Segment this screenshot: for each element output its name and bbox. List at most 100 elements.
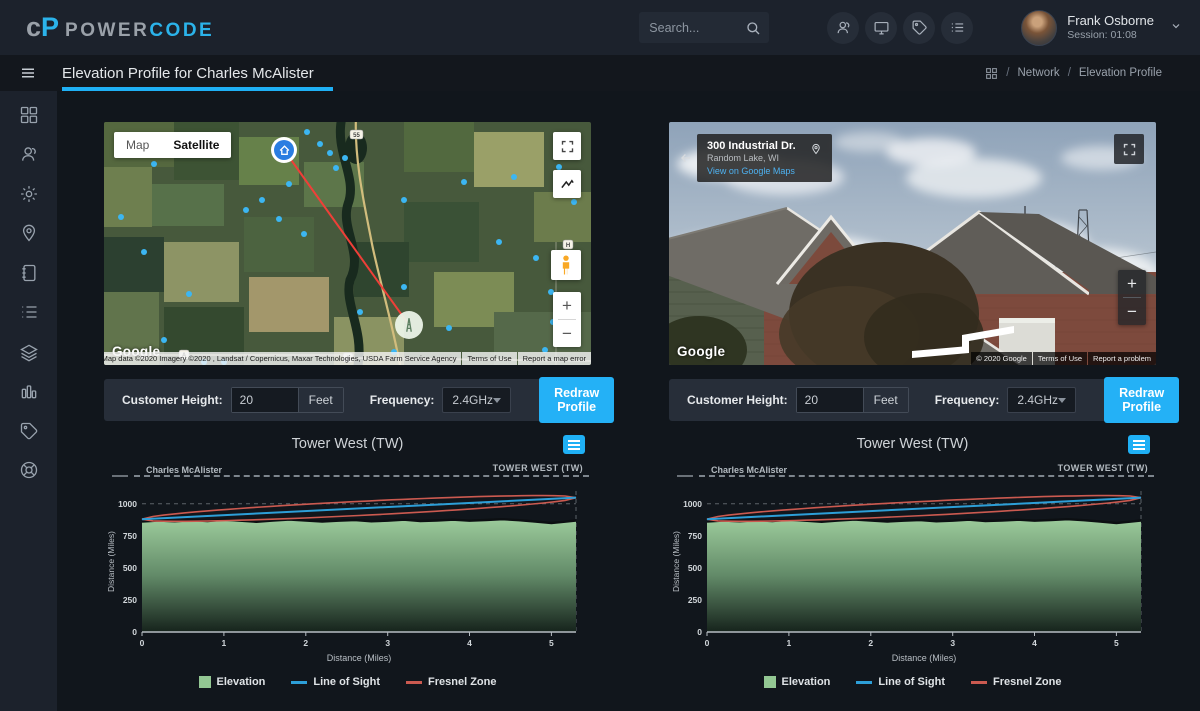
legend-item-line-of-sight[interactable]: Line of Sight — [856, 676, 945, 688]
svg-text:250: 250 — [688, 595, 702, 605]
sidebar-item-customers[interactable] — [0, 135, 57, 175]
sidebar-nav — [0, 91, 57, 711]
sidebar-item-lists[interactable] — [0, 293, 57, 333]
legend-item-fresnel-zone[interactable]: Fresnel Zone — [971, 676, 1061, 688]
customer-home-marker[interactable] — [271, 137, 297, 163]
streetview-zoom-control: + − — [1118, 270, 1146, 325]
zoom-out-button[interactable]: − — [553, 320, 581, 347]
powercode-logo[interactable]: cP POWERCODE — [26, 12, 214, 43]
sidebar-item-tags[interactable] — [0, 411, 57, 451]
map-type-satellite-button[interactable]: Satellite — [161, 132, 231, 158]
global-search — [639, 12, 769, 43]
sidebar-item-ledger[interactable] — [0, 253, 57, 293]
line-of-sight-dashed-guide — [699, 475, 1154, 477]
sidebar-item-inventory[interactable] — [0, 332, 57, 372]
satellite-map-image[interactable]: 55 A A H — [104, 122, 591, 365]
svg-text:3: 3 — [385, 638, 390, 648]
menu-toggle-icon[interactable] — [8, 64, 48, 82]
session-timer: Session: 01:08 — [1067, 29, 1154, 42]
map-type-map-button[interactable]: Map — [114, 132, 161, 158]
map-pin-icon[interactable] — [810, 142, 822, 161]
svg-text:750: 750 — [123, 531, 137, 541]
terms-of-use-link[interactable]: Terms of Use — [1033, 352, 1087, 365]
user-name: Frank Osborne — [1067, 13, 1154, 29]
customer-height-input[interactable] — [232, 388, 298, 412]
select-caret-icon — [1058, 398, 1066, 403]
tag-icon[interactable] — [903, 12, 935, 44]
breadcrumb-separator: / — [1006, 67, 1009, 79]
map-zoom-control: + − — [553, 292, 581, 347]
report-problem-link[interactable]: Report a problem — [1088, 352, 1156, 365]
frequency-select[interactable]: 2.4GHz — [1007, 387, 1076, 413]
chart-export-menu-button[interactable] — [1128, 435, 1150, 454]
street-view-card: 300 Industrial Dr. Random Lake, WI View … — [669, 122, 1156, 365]
customer-height-input[interactable] — [797, 388, 863, 412]
map-rotate-tilt-button[interactable] — [553, 170, 581, 198]
svg-text:1: 1 — [222, 638, 227, 648]
sidebar-item-mapping[interactable] — [0, 214, 57, 254]
frequency-value: 2.4GHz — [1017, 393, 1058, 407]
zoom-out-button[interactable]: − — [1118, 298, 1146, 325]
view-on-google-maps-link[interactable]: View on Google Maps — [707, 166, 796, 176]
sidebar-item-dashboard[interactable] — [0, 95, 57, 135]
legend-item-elevation[interactable]: Elevation — [764, 676, 831, 688]
zoom-in-button[interactable]: + — [1118, 270, 1146, 297]
customer-height-label: Customer Height: — [687, 393, 788, 407]
user-sessions-icon[interactable] — [827, 12, 859, 44]
terms-of-use-link[interactable]: Terms of Use — [462, 352, 516, 365]
zoom-in-button[interactable]: + — [553, 292, 581, 319]
endpoint-customer-label: Charles McAlister — [711, 465, 787, 475]
pegman-streetview-control[interactable] — [551, 250, 581, 280]
chart-legend: Elevation Line of Sight Fresnel Zone — [104, 676, 591, 688]
redraw-profile-button[interactable]: Redraw Profile — [539, 377, 614, 423]
logo-wordmark: POWERCODE — [65, 20, 214, 42]
breadcrumb-elevation-profile: Elevation Profile — [1079, 67, 1162, 79]
chart-export-menu-button[interactable] — [563, 435, 585, 454]
right-panel: 300 Industrial Dr. Random Lake, WI View … — [669, 122, 1156, 711]
search-icon[interactable] — [745, 20, 761, 36]
street-address: 300 Industrial Dr. — [707, 140, 796, 152]
satellite-map-card: 55 A A H Map Satellite — [104, 122, 591, 365]
svg-text:1: 1 — [787, 638, 792, 648]
map-attribution-text: Map data ©2020 Imagery ©2020 , Landsat /… — [104, 352, 461, 365]
svg-text:1000: 1000 — [683, 499, 702, 509]
task-list-icon[interactable] — [941, 12, 973, 44]
endpoint-tower-label: TOWER WEST (TW) — [493, 463, 583, 473]
chart-title: Tower West (TW) — [857, 436, 969, 452]
elevation-profile-chart: 02505007501000012345Distance (Miles)Dist… — [669, 483, 1156, 668]
select-caret-icon — [493, 398, 501, 403]
left-panel: 55 A A H Map Satellite — [104, 122, 591, 711]
page-title: Elevation Profile for Charles McAlister — [62, 65, 314, 82]
legend-item-fresnel-zone[interactable]: Fresnel Zone — [406, 676, 496, 688]
frequency-select[interactable]: 2.4GHz — [442, 387, 511, 413]
legend-item-line-of-sight[interactable]: Line of Sight — [291, 676, 380, 688]
svg-text:2: 2 — [868, 638, 873, 648]
user-menu[interactable]: Frank Osborne Session: 01:08 — [1021, 10, 1182, 46]
sidebar-item-settings[interactable] — [0, 174, 57, 214]
sidebar-item-network[interactable] — [0, 451, 57, 491]
map-fullscreen-button[interactable] — [553, 132, 581, 160]
chart-title: Tower West (TW) — [292, 436, 404, 452]
svg-text:Distance (Miles): Distance (Miles) — [327, 653, 392, 663]
redraw-profile-button[interactable]: Redraw Profile — [1104, 377, 1179, 423]
svg-text:0: 0 — [697, 627, 702, 637]
customer-height-label: Customer Height: — [122, 393, 223, 407]
svg-text:55: 55 — [353, 133, 360, 139]
streetview-fullscreen-button[interactable] — [1114, 134, 1144, 164]
avatar — [1021, 10, 1057, 46]
svg-text:H: H — [566, 243, 570, 249]
sidebar-item-reports[interactable] — [0, 372, 57, 412]
svg-text:5: 5 — [549, 638, 554, 648]
breadcrumb-network[interactable]: Network — [1018, 67, 1060, 79]
report-map-error-link[interactable]: Report a map error — [518, 352, 591, 365]
monitor-icon[interactable] — [865, 12, 897, 44]
chart-endpoints-row: Charles McAlister TOWER WEST (TW) — [669, 457, 1156, 483]
home-grid-icon[interactable] — [985, 67, 998, 80]
frequency-label: Frequency: — [935, 393, 1000, 407]
tower-marker[interactable] — [395, 311, 423, 339]
back-arrow-icon[interactable] — [675, 147, 697, 169]
search-input[interactable] — [649, 21, 745, 35]
frequency-label: Frequency: — [370, 393, 435, 407]
legend-item-elevation[interactable]: Elevation — [199, 676, 266, 688]
svg-text:3: 3 — [950, 638, 955, 648]
